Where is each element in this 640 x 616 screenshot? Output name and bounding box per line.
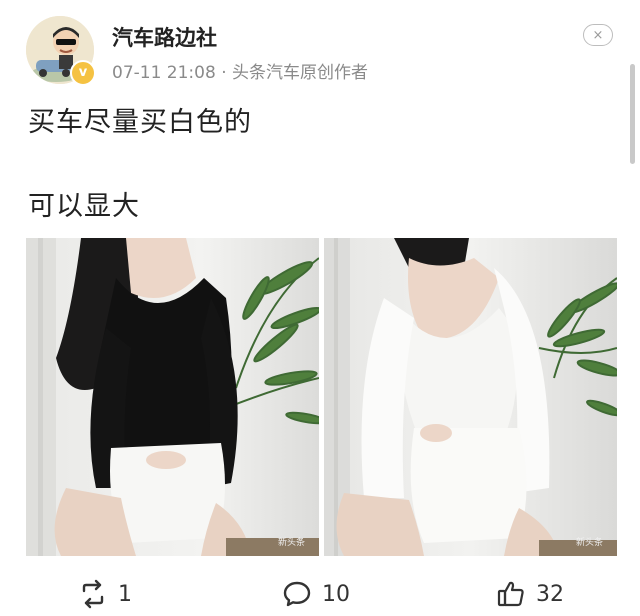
post-text-line: 可以显大 xyxy=(28,191,140,222)
author-source: 头条汽车原创作者 xyxy=(232,63,369,83)
post-text-line: 买车尽量买白色的 xyxy=(28,107,252,138)
repost-button[interactable]: 1 xyxy=(78,574,132,614)
image-watermark: 新头条 xyxy=(575,538,603,548)
post-image-2[interactable]: 新头条 xyxy=(324,238,617,556)
comment-count: 10 xyxy=(322,581,350,607)
repost-icon xyxy=(78,579,108,609)
author-name[interactable]: 汽车路边社 xyxy=(112,22,217,52)
action-bar: 1 10 32 xyxy=(0,574,640,614)
post-image-1[interactable]: 新头条 xyxy=(26,238,319,556)
meta-separator: · xyxy=(221,63,227,83)
image-watermark: 新头条 xyxy=(277,538,305,548)
post-card: v 汽车路边社 07-11 21:08 · 头条汽车原创作者 × 买车尽量买白色… xyxy=(0,0,640,616)
comment-icon xyxy=(282,579,312,609)
photo-illustration xyxy=(26,238,319,556)
photo-illustration xyxy=(324,238,617,556)
like-count: 32 xyxy=(536,581,564,607)
thumbs-up-icon xyxy=(496,579,526,609)
scrollbar[interactable] xyxy=(630,64,635,164)
verified-badge-icon: v xyxy=(70,60,96,86)
post-time: 07-11 21:08 xyxy=(112,63,216,83)
comment-button[interactable]: 10 xyxy=(282,574,350,614)
close-button[interactable]: × xyxy=(583,24,613,46)
repost-count: 1 xyxy=(118,581,132,607)
post-meta: 07-11 21:08 · 头条汽车原创作者 xyxy=(112,58,368,83)
like-button[interactable]: 32 xyxy=(496,574,564,614)
